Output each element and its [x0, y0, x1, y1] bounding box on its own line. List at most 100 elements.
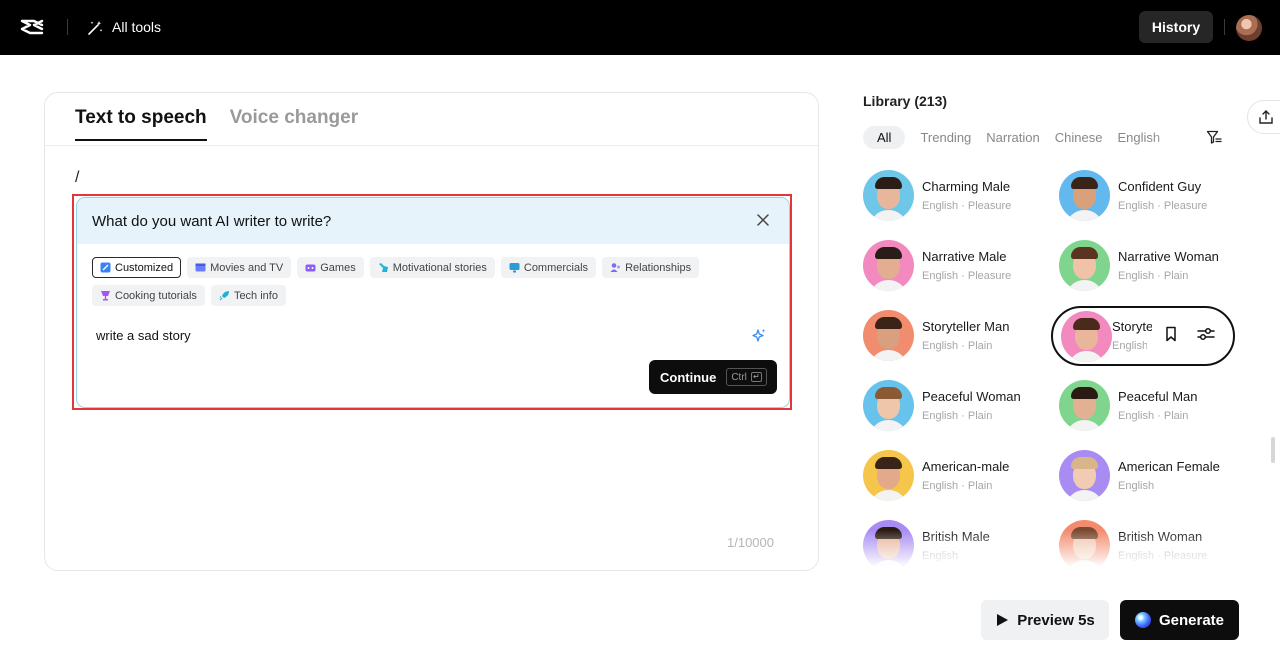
voice-meta: English: [1118, 480, 1154, 492]
avatar-shirt: [1066, 420, 1103, 431]
chip-tech-info[interactable]: Tech info: [211, 285, 286, 306]
voice-card[interactable]: Storyteller WomanEnglish · Plain: [1051, 306, 1235, 366]
voice-card[interactable]: Charming Male English · Pleasure: [863, 170, 1053, 222]
library-scrollbar[interactable]: [1271, 437, 1275, 463]
upload-voice-button[interactable]: [1247, 100, 1280, 134]
close-icon[interactable]: [755, 212, 771, 228]
continue-button[interactable]: Continue Ctrl ↵: [649, 360, 777, 394]
voice-avatar: [1061, 311, 1112, 362]
voice-meta: English · Pleasure: [922, 200, 1011, 212]
tab-text-to-speech[interactable]: Text to speech: [75, 107, 207, 141]
voice-name: American-male: [922, 459, 1009, 474]
voice-name: Narrative Woman: [1118, 249, 1219, 264]
mode-tabs: Text to speech Voice changer: [75, 107, 358, 141]
chip-motivational-stories[interactable]: Motivational stories: [370, 257, 495, 278]
avatar-shirt: [870, 280, 907, 291]
sparkle-hand-icon: [378, 262, 389, 273]
tab-voice-changer[interactable]: Voice changer: [230, 107, 358, 141]
voice-avatar: [1059, 450, 1110, 501]
filter-icon[interactable]: [1206, 129, 1222, 145]
filter-all[interactable]: All: [863, 126, 905, 149]
chip-games[interactable]: Games: [297, 257, 363, 278]
avatar-shirt: [1068, 351, 1105, 362]
voice-card[interactable]: Narrative MaleEnglish · Pleasure: [863, 240, 1053, 292]
voice-avatar: [863, 450, 914, 501]
voice-list: Charming Male English · Pleasure Confident…: [863, 170, 1243, 570]
avatar-hair: [875, 247, 902, 259]
avatar-hair: [1071, 177, 1098, 189]
tabs-divider: [45, 145, 818, 146]
all-tools-label: All tools: [112, 19, 161, 35]
history-button[interactable]: History: [1139, 11, 1213, 43]
magic-wand-icon: [87, 19, 104, 36]
chip-commercials[interactable]: Commercials: [501, 257, 596, 278]
avatar-hair: [875, 387, 902, 399]
voice-meta: English · Plain: [922, 340, 992, 352]
voice-name: Charming Male: [922, 179, 1010, 194]
avatar-hair: [1071, 387, 1098, 399]
voice-avatar: [863, 310, 914, 361]
voice-name: Confident Guy: [1118, 179, 1201, 194]
voice-card[interactable]: Confident GuyEnglish · Pleasure: [1059, 170, 1243, 222]
capcut-logo-icon[interactable]: [20, 16, 44, 38]
filter-chinese[interactable]: Chinese: [1055, 130, 1103, 145]
voice-meta: English · Plain: [1118, 410, 1188, 422]
ai-prompt-input[interactable]: write a sad story: [96, 328, 191, 343]
edit-icon: [100, 262, 111, 273]
voice-avatar: [863, 240, 914, 291]
topbar-divider: [1224, 19, 1225, 35]
ai-sparkle-icon[interactable]: [751, 328, 767, 344]
enter-key-icon: ↵: [751, 372, 762, 382]
character-count: 1/10000: [727, 535, 774, 550]
voice-meta: English · Pleasure: [922, 270, 1011, 282]
chip-cooking-tutorials[interactable]: Cooking tutorials: [92, 285, 205, 306]
voice-name: Peaceful Man: [1118, 389, 1198, 404]
voice-card[interactable]: Narrative WomanEnglish · Plain: [1059, 240, 1243, 292]
library-title: Library (213): [863, 93, 947, 109]
bookmark-icon[interactable]: [1163, 326, 1179, 342]
generate-button[interactable]: Generate: [1120, 600, 1239, 640]
voice-name: Storyteller Man: [922, 319, 1009, 334]
avatar-shirt: [1066, 490, 1103, 501]
voice-card[interactable]: American-maleEnglish · Plain: [863, 450, 1053, 502]
all-tools-button[interactable]: All tools: [87, 16, 161, 38]
voice-card[interactable]: American FemaleEnglish: [1059, 450, 1243, 502]
settings-sliders-icon[interactable]: [1197, 326, 1215, 342]
avatar-shirt: [870, 210, 907, 221]
avatar-shirt: [870, 490, 907, 501]
chip-label: Movies and TV: [210, 262, 283, 274]
voice-name: Peaceful Woman: [922, 389, 1021, 404]
filter-trending[interactable]: Trending: [920, 130, 971, 145]
play-icon: [995, 613, 1009, 627]
voice-card[interactable]: Peaceful WomanEnglish · Plain: [863, 380, 1053, 432]
shortcut-hint: Ctrl ↵: [726, 368, 767, 386]
voice-avatar: [863, 380, 914, 431]
chip-movies-and-tv[interactable]: Movies and TV: [187, 257, 291, 278]
avatar-hair: [1073, 318, 1100, 330]
chip-label: Commercials: [524, 262, 588, 274]
top-bar: All tools History: [0, 0, 1280, 55]
ai-orb-icon: [1135, 612, 1151, 628]
voice-avatar: [863, 170, 914, 221]
filter-narration[interactable]: Narration: [986, 130, 1039, 145]
voice-card[interactable]: Storyteller Man English · Plain: [863, 310, 1053, 362]
voice-card[interactable]: Peaceful Man English · Plain: [1059, 380, 1243, 432]
ctrl-key-label: Ctrl: [731, 372, 747, 383]
monitor-icon: [509, 262, 520, 273]
avatar-hair: [875, 457, 902, 469]
chip-relationships[interactable]: Relationships: [602, 257, 699, 278]
gamepad-icon: [305, 262, 316, 273]
chip-label: Cooking tutorials: [115, 290, 197, 302]
filter-fade: [1150, 125, 1195, 149]
preview-label: Preview 5s: [1017, 612, 1095, 629]
ai-writer-highlight: What do you want AI writer to write? Cus…: [72, 194, 792, 410]
cup-icon: [100, 290, 111, 301]
preview-button[interactable]: Preview 5s: [981, 600, 1109, 640]
voice-list-fade: [863, 530, 1243, 572]
user-avatar[interactable]: [1236, 15, 1262, 41]
voice-meta: English · Plain: [1112, 340, 1147, 352]
topic-chips: Customized Movies and TV Games Motivatio…: [92, 257, 782, 306]
chip-label: Tech info: [234, 290, 278, 302]
chip-customized[interactable]: Customized: [92, 257, 181, 278]
script-text-area[interactable]: /: [75, 169, 79, 187]
